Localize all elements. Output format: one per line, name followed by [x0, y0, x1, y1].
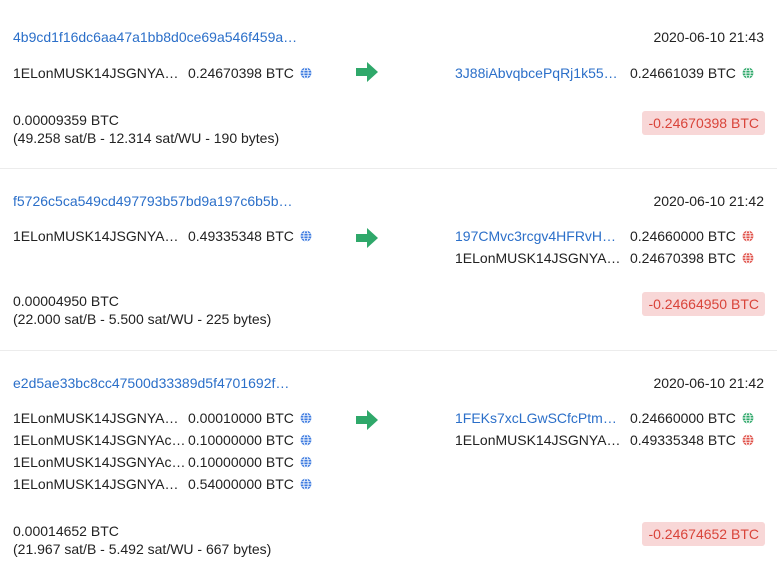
output-address[interactable]: 197CMvc3rcgv4HFRvH…: [455, 228, 630, 244]
tx-total-badge: -0.24670398 BTC: [642, 111, 765, 135]
tx-total-badge: -0.24674652 BTC: [642, 522, 765, 546]
input-amount: 0.49335348 BTC: [188, 228, 294, 244]
globe-icon[interactable]: [300, 230, 312, 242]
tx-hash-link[interactable]: 4b9cd1f16dc6aa47a1bb8d0ce69a546f459a…: [13, 29, 297, 45]
input-amount: 0.24670398 BTC: [188, 65, 294, 81]
tx-inputs: 1ELonMUSK14JSGNYA… 0.00010000 BTC 1ELonM…: [13, 407, 312, 495]
tx-fee: 0.00014652 BTC (21.967 sat/B - 5.492 sat…: [13, 522, 271, 558]
input-amount: 0.54000000 BTC: [188, 476, 294, 492]
input-row: 1ELonMUSK14JSGNYAc… 0.10000000 BTC: [13, 451, 312, 473]
fee-amount: 0.00004950 BTC: [13, 293, 119, 309]
input-row: 1ELonMUSK14JSGNYAc… 0.10000000 BTC: [13, 429, 312, 451]
input-amount: 0.00010000 BTC: [188, 410, 294, 426]
tx-time: 2020-06-10 21:42: [653, 193, 764, 209]
globe-icon[interactable]: [300, 434, 312, 446]
arrow-right-icon: [356, 228, 378, 248]
tx-outputs: 3J88iAbvqbcePqRj1k55… 0.24661039 BTC: [455, 62, 754, 84]
tx-total-badge: -0.24664950 BTC: [642, 292, 765, 316]
transaction-card: e2d5ae33bc8cc47500d33389d5f4701692f… 202…: [0, 351, 777, 583]
tx-time: 2020-06-10 21:43: [653, 29, 764, 45]
fee-detail: (22.000 sat/B - 5.500 sat/WU - 225 bytes…: [13, 311, 272, 327]
tx-outputs: 1FEKs7xcLGwSCfcPtm… 0.24660000 BTC 1ELon…: [455, 407, 754, 451]
globe-icon[interactable]: [742, 67, 754, 79]
output-row: 1ELonMUSK14JSGNYA… 0.49335348 BTC: [455, 429, 754, 451]
tx-fee: 0.00009359 BTC (49.258 sat/B - 12.314 sa…: [13, 111, 279, 147]
globe-icon[interactable]: [742, 434, 754, 446]
globe-icon[interactable]: [300, 456, 312, 468]
input-row: 1ELonMUSK14JSGNYA… 0.54000000 BTC: [13, 473, 312, 495]
output-address[interactable]: 3J88iAbvqbcePqRj1k55…: [455, 65, 630, 81]
input-address[interactable]: 1ELonMUSK14JSGNYAc…: [13, 454, 188, 470]
input-address[interactable]: 1ELonMUSK14JSGNYA…: [13, 228, 188, 244]
output-address[interactable]: 1ELonMUSK14JSGNYA…: [455, 432, 630, 448]
output-row: 1FEKs7xcLGwSCfcPtm… 0.24660000 BTC: [455, 407, 754, 429]
output-amount: 0.49335348 BTC: [630, 432, 736, 448]
globe-icon[interactable]: [300, 67, 312, 79]
tx-hash-link[interactable]: f5726c5ca549cd497793b57bd9a197c6b5b…: [13, 193, 292, 209]
tx-fee: 0.00004950 BTC (22.000 sat/B - 5.500 sat…: [13, 292, 271, 328]
tx-outputs: 197CMvc3rcgv4HFRvH… 0.24660000 BTC 1ELon…: [455, 225, 754, 269]
output-row: 197CMvc3rcgv4HFRvH… 0.24660000 BTC: [455, 225, 754, 247]
globe-icon[interactable]: [742, 230, 754, 242]
tx-inputs: 1ELonMUSK14JSGNYA… 0.49335348 BTC: [13, 225, 312, 247]
tx-time: 2020-06-10 21:42: [653, 375, 764, 391]
output-row: 1ELonMUSK14JSGNYA… 0.24670398 BTC: [455, 247, 754, 269]
globe-icon[interactable]: [300, 478, 312, 490]
globe-icon[interactable]: [742, 252, 754, 264]
fee-amount: 0.00014652 BTC: [13, 523, 119, 539]
output-row: 3J88iAbvqbcePqRj1k55… 0.24661039 BTC: [455, 62, 754, 84]
transaction-card: 4b9cd1f16dc6aa47a1bb8d0ce69a546f459a… 20…: [0, 0, 777, 169]
tx-hash-link[interactable]: e2d5ae33bc8cc47500d33389d5f4701692f…: [13, 375, 289, 391]
arrow-right-icon: [356, 62, 378, 82]
input-row: 1ELonMUSK14JSGNYA… 0.24670398 BTC: [13, 62, 312, 84]
input-address[interactable]: 1ELonMUSK14JSGNYA…: [13, 476, 188, 492]
input-address[interactable]: 1ELonMUSK14JSGNYA…: [13, 410, 188, 426]
arrow-right-icon: [356, 410, 378, 430]
input-row: 1ELonMUSK14JSGNYA… 0.00010000 BTC: [13, 407, 312, 429]
input-amount: 0.10000000 BTC: [188, 432, 294, 448]
fee-detail: (21.967 sat/B - 5.492 sat/WU - 667 bytes…: [13, 541, 272, 557]
output-address[interactable]: 1ELonMUSK14JSGNYA…: [455, 250, 630, 266]
input-amount: 0.10000000 BTC: [188, 454, 294, 470]
input-row: 1ELonMUSK14JSGNYA… 0.49335348 BTC: [13, 225, 312, 247]
globe-icon[interactable]: [742, 412, 754, 424]
transaction-card: f5726c5ca549cd497793b57bd9a197c6b5b… 202…: [0, 169, 777, 351]
output-amount: 0.24670398 BTC: [630, 250, 736, 266]
fee-detail: (49.258 sat/B - 12.314 sat/WU - 190 byte…: [13, 130, 280, 146]
input-address[interactable]: 1ELonMUSK14JSGNYAc…: [13, 432, 188, 448]
output-amount: 0.24660000 BTC: [630, 228, 736, 244]
fee-amount: 0.00009359 BTC: [13, 112, 119, 128]
output-amount: 0.24661039 BTC: [630, 65, 736, 81]
output-amount: 0.24660000 BTC: [630, 410, 736, 426]
input-address[interactable]: 1ELonMUSK14JSGNYA…: [13, 65, 188, 81]
tx-inputs: 1ELonMUSK14JSGNYA… 0.24670398 BTC: [13, 62, 312, 84]
output-address[interactable]: 1FEKs7xcLGwSCfcPtm…: [455, 410, 630, 426]
globe-icon[interactable]: [300, 412, 312, 424]
